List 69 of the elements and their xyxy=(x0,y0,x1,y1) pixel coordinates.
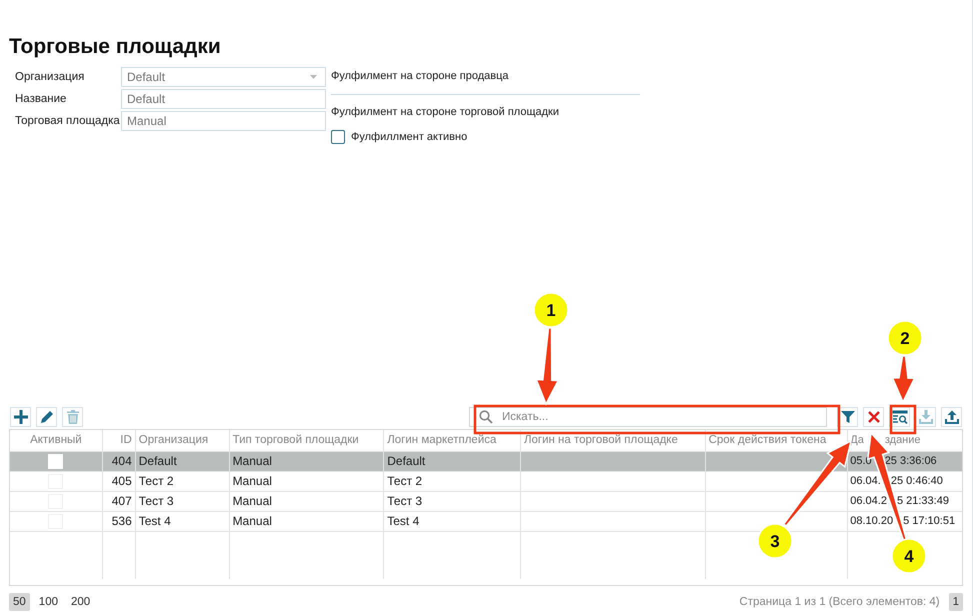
page-size-option[interactable]: 50 xyxy=(9,593,30,611)
callout-badge: 2 xyxy=(887,320,923,356)
table-cell-text: 06.04. xyxy=(850,474,881,489)
filter-icon xyxy=(840,410,854,424)
callout-badge: 1 xyxy=(533,292,569,328)
plus-icon xyxy=(12,409,28,425)
table-cell-text: 5 17:10:51 xyxy=(903,514,956,529)
table-cell-text: Default xyxy=(138,453,177,470)
table-cell-text: Test 4 xyxy=(387,513,420,530)
checkbox-label: Фулфиллмент активно xyxy=(351,131,468,143)
column-header[interactable]: Логин маркетплейса xyxy=(387,434,496,446)
export-button[interactable] xyxy=(941,407,962,427)
search-icon xyxy=(479,410,493,424)
table-cell-text: 404 xyxy=(112,453,132,470)
download-icon xyxy=(918,410,932,424)
table-cell-text: Manual xyxy=(232,513,272,530)
add-button[interactable] xyxy=(10,407,31,427)
field-label: Название xyxy=(14,93,68,105)
table-cell-text: Default xyxy=(387,453,426,470)
pencil-icon xyxy=(40,410,54,424)
callout-badge: 3 xyxy=(757,523,793,559)
table-cell-text: Тест 2 xyxy=(138,473,174,490)
close-icon xyxy=(868,411,880,423)
column-header[interactable]: ID xyxy=(120,434,132,446)
table-cell-text: Тест 2 xyxy=(387,473,422,490)
column-header[interactable]: Срок действия токена xyxy=(708,434,826,446)
section-label: Фулфилмент на стороне продавца xyxy=(331,69,510,83)
table-cell-text: 407 xyxy=(112,493,132,510)
page-info: Страница 1 из 1 (Всего элементов: 4) xyxy=(739,596,940,608)
page-title: Торговые площадки xyxy=(9,34,222,60)
checkbox[interactable] xyxy=(331,130,345,144)
table-cell-text: Test 4 xyxy=(138,513,171,530)
table-cell-text: Manual xyxy=(232,453,272,470)
page-button[interactable]: 1 xyxy=(948,593,963,611)
column-header[interactable]: Активный xyxy=(30,434,82,446)
table-cell-text: Тест 3 xyxy=(138,493,174,510)
table-cell-text: 08.10.20 xyxy=(850,514,894,529)
column-header[interactable]: здание xyxy=(884,430,921,451)
page-size-option[interactable]: 200 xyxy=(66,593,94,611)
page-size-option[interactable]: 100 xyxy=(34,593,62,611)
input-field[interactable]: Manual xyxy=(121,111,326,131)
table-cell-text: 405 xyxy=(112,473,132,490)
import-button[interactable] xyxy=(915,407,936,427)
section-label: Фулфилмент на стороне торговой площадки xyxy=(331,105,560,119)
field-label: Торговая площадка xyxy=(14,115,121,127)
caret-icon xyxy=(310,75,317,79)
document-search-icon xyxy=(892,410,908,424)
table-cell-text: 25 3:36:06 xyxy=(884,454,937,469)
upload-icon xyxy=(944,410,958,424)
highlight-frame xyxy=(890,404,916,434)
column-header[interactable]: Организация xyxy=(138,434,208,446)
input-field[interactable]: Default xyxy=(121,89,326,109)
edit-button[interactable] xyxy=(36,407,57,427)
column-header[interactable]: Логин на торговой площадке xyxy=(524,434,678,446)
trash-icon xyxy=(66,410,78,424)
table-cell-text: 25 0:46:40 xyxy=(890,474,943,489)
callout-badge: 4 xyxy=(891,538,927,574)
field-label: Организация xyxy=(14,71,86,83)
table-cell-text: Тест 3 xyxy=(387,493,422,510)
search-field[interactable]: Искать... xyxy=(469,407,827,427)
column-header[interactable]: Тип торговой площадки xyxy=(232,434,359,446)
table-cell-text: Manual xyxy=(232,493,272,510)
table-cell-text: 5 21:33:49 xyxy=(896,494,949,509)
table-cell-text: Manual xyxy=(232,473,272,490)
column-header[interactable]: Да xyxy=(850,430,864,451)
table-cell-text: 06.04.2 xyxy=(850,494,887,509)
dropdown-field[interactable]: Default xyxy=(121,67,326,87)
clear-filter-button[interactable] xyxy=(863,407,884,427)
table-cell-text: 536 xyxy=(112,513,132,530)
